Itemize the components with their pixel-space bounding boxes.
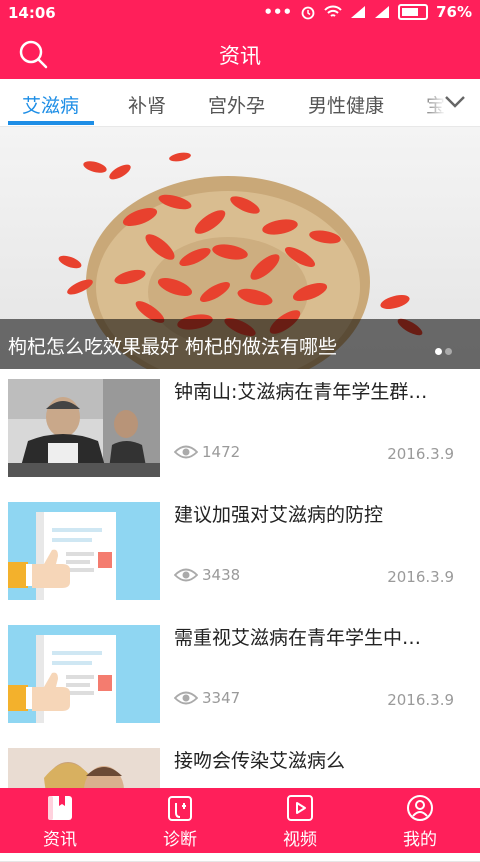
tab-ectopic-pregnancy[interactable]: 宫外孕	[208, 91, 265, 118]
document-thumbs-up-illustration	[8, 502, 160, 600]
list-item[interactable]: 建议加强对艾滋病的防控 3438 2016.3.9	[0, 492, 480, 616]
eye-icon	[174, 691, 198, 705]
nav-news-label: 资讯	[43, 830, 77, 850]
chevron-down-icon[interactable]	[444, 92, 466, 110]
view-count-value: 3347	[202, 689, 241, 707]
carousel-dot	[445, 348, 452, 355]
article-thumbnail	[8, 625, 160, 723]
battery-icon	[398, 4, 429, 20]
article-title: 钟南山:艾滋病在青年学生群…	[174, 381, 428, 403]
news-book-icon	[48, 796, 72, 820]
alarm-icon	[301, 6, 315, 20]
tab-mens-health[interactable]: 男性健康	[308, 91, 384, 118]
nav-news[interactable]: 资讯	[0, 788, 120, 853]
list-item[interactable]: 需重视艾滋病在青年学生中… 3347 2016.3.9	[0, 615, 480, 739]
app-bar: 资讯	[0, 27, 480, 79]
tab-kidney[interactable]: 补肾	[128, 91, 166, 118]
article-title: 需重视艾滋病在青年学生中…	[174, 627, 422, 649]
view-count-value: 1472	[202, 443, 241, 461]
article-date: 2016.3.9	[387, 691, 454, 709]
view-count: 1472	[174, 443, 240, 461]
banner-carousel[interactable]: 枸杞怎么吃效果最好 枸杞的做法有哪些	[0, 127, 480, 369]
page-title: 资讯	[219, 44, 261, 68]
eye-icon	[174, 445, 198, 459]
nav-profile[interactable]: 我的	[360, 788, 480, 853]
view-count: 3347	[174, 689, 240, 707]
nav-video-label: 视频	[283, 830, 317, 850]
signal-icon	[375, 6, 390, 18]
article-thumbnail	[8, 379, 160, 477]
article-date: 2016.3.9	[387, 445, 454, 463]
nav-video[interactable]: 视频	[240, 788, 360, 853]
nav-diagnosis[interactable]: 诊断	[120, 788, 240, 853]
article-date: 2016.3.9	[387, 568, 454, 586]
status-icons: ••• 76%	[263, 3, 472, 21]
nav-profile-label: 我的	[403, 830, 437, 850]
user-icon	[407, 795, 433, 821]
diagnosis-icon	[168, 796, 192, 821]
banner-caption: 枸杞怎么吃效果最好 枸杞的做法有哪些	[8, 336, 338, 358]
video-icon	[287, 795, 313, 821]
signal-icon	[351, 6, 366, 18]
wifi-icon	[324, 5, 342, 17]
status-bar: 14:06 ••• 76%	[0, 0, 480, 27]
article-title: 接吻会传染艾滋病么	[174, 750, 346, 772]
view-count-value: 3438	[202, 566, 241, 584]
article-thumbnail	[8, 502, 160, 600]
active-tab-indicator	[8, 121, 94, 125]
nav-diagnosis-label: 诊断	[163, 830, 197, 850]
document-thumbs-up-illustration	[8, 625, 160, 723]
view-count: 3438	[174, 566, 240, 584]
article-title: 建议加强对艾滋病的防控	[174, 504, 384, 526]
more-icon: •••	[263, 3, 293, 21]
bottom-nav: 资讯 诊断 视频 我的	[0, 788, 480, 853]
tab-aids[interactable]: 艾滋病	[22, 91, 79, 118]
category-tabs: 艾滋病 补肾 宫外孕 男性健康 宝	[0, 79, 480, 127]
carousel-dot-active	[435, 348, 442, 355]
list-item[interactable]: 钟南山:艾滋病在青年学生群… 1472 2016.3.9	[0, 369, 480, 493]
status-time: 14:06	[8, 4, 56, 22]
battery-percent: 76%	[436, 3, 472, 21]
meeting-photo	[8, 379, 160, 477]
eye-icon	[174, 568, 198, 582]
